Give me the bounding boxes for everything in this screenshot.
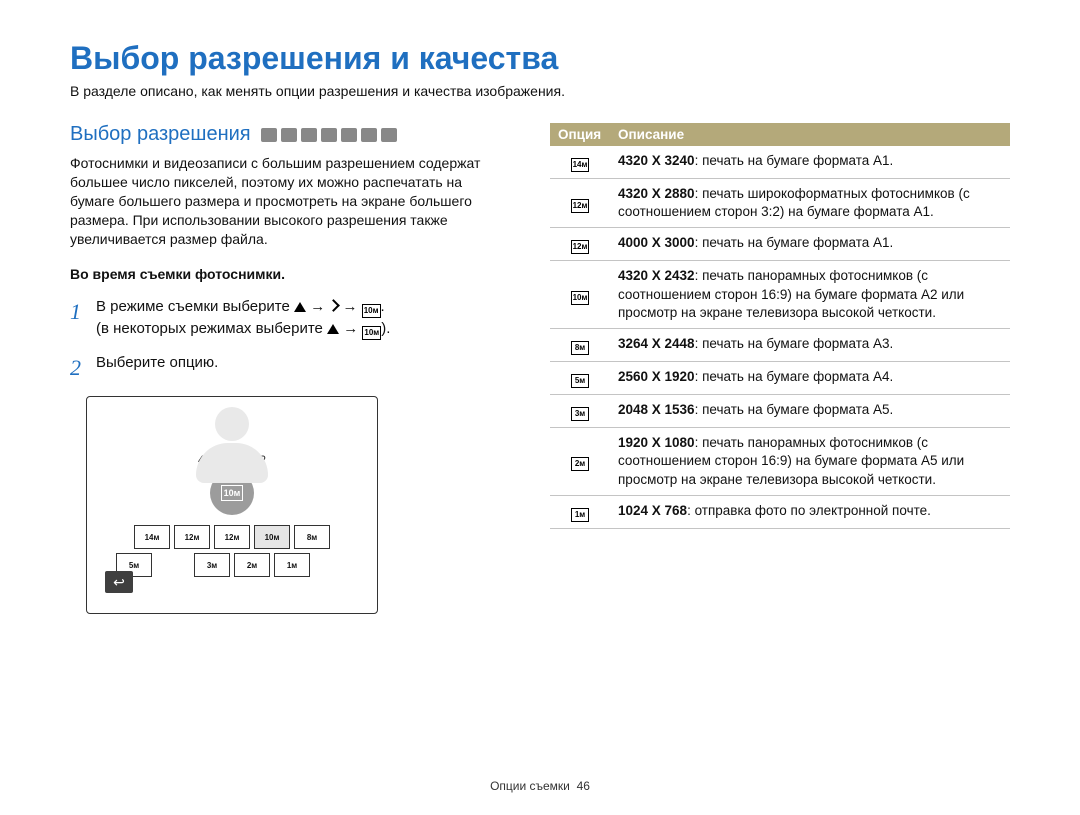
lcd-option-button[interactable]: 2м (234, 553, 270, 577)
table-header-desc: Описание (610, 123, 1010, 146)
step-1: 1 В режиме съемки выберите → → 10м. (в н… (70, 296, 510, 340)
camera-screen: 4320 X 2432 10м 14м 12м 12м 10м 8м 5м 3м… (86, 396, 378, 614)
arrow-icon: → (310, 298, 325, 315)
res-label: 4320 X 2880 (618, 186, 695, 201)
page-intro: В разделе описано, как менять опции разр… (70, 83, 1010, 99)
table-row: 12м 4000 X 3000: печать на бумаге формат… (550, 228, 1010, 261)
lcd-option-spacer (156, 553, 190, 575)
res-label: 2560 X 1920 (618, 369, 695, 384)
res-5m-icon: 5м (571, 374, 589, 388)
page-title: Выбор разрешения и качества (70, 40, 1010, 77)
section-title: Выбор разрешения (70, 123, 251, 146)
res-2m-icon: 2м (571, 457, 589, 471)
res-label: 4320 X 3240 (618, 153, 695, 168)
step1-dot: . (381, 298, 385, 315)
step-number: 1 (70, 296, 86, 340)
res-desc: : печать на бумаге формата A4. (695, 369, 894, 384)
res-12m-wide-icon: 12м (571, 199, 590, 213)
lcd-option-spacer (314, 553, 348, 575)
up-triangle-icon (327, 324, 339, 334)
res-3m-icon: 3м (571, 407, 589, 421)
res-10m-icon: 10м (571, 291, 590, 305)
res-desc: : печать на бумаге формата A3. (695, 336, 894, 351)
res-desc: : печать на бумаге формата A5. (695, 402, 894, 417)
mode-icon (301, 128, 317, 142)
person-silhouette-icon (196, 407, 268, 483)
res-label: 4320 X 2432 (618, 268, 695, 283)
table-header-option: Опция (550, 123, 610, 146)
res-label: 1024 X 768 (618, 503, 687, 518)
res-12m-icon: 12м (571, 240, 590, 254)
res-8m-icon: 8м (571, 341, 589, 355)
mode-icon (321, 128, 337, 142)
table-row: 10м 4320 X 2432: печать панорамных фотос… (550, 261, 1010, 329)
mode-icon (281, 128, 297, 142)
table-row: 3м 2048 X 1536: печать на бумаге формата… (550, 395, 1010, 428)
resolution-10m-icon: 10м (362, 326, 381, 340)
res-1m-icon: 1м (571, 508, 589, 522)
table-row: 8м 3264 X 2448: печать на бумаге формата… (550, 329, 1010, 362)
section-body: Фотоснимки и видеозаписи с большим разре… (70, 154, 510, 248)
page-footer: Опции съемки 46 (0, 779, 1080, 793)
lcd-option-button[interactable]: 3м (194, 553, 230, 577)
resolution-options-table: Опция Описание 14м 4320 X 3240: печать н… (550, 123, 1010, 529)
footer-section: Опции съемки (490, 779, 570, 793)
res-label: 1920 X 1080 (618, 435, 695, 450)
res-desc: : печать на бумаге формата A1. (695, 153, 894, 168)
footer-page-number: 46 (577, 779, 590, 793)
back-arrow-icon: ↩ (113, 575, 125, 589)
step-2: 2 Выберите опцию. (70, 352, 510, 384)
lcd-option-button[interactable]: 12м (174, 525, 210, 549)
table-row: 1м 1024 X 768: отправка фото по электрон… (550, 495, 1010, 528)
up-triangle-icon (294, 302, 306, 312)
res-label: 2048 X 1536 (618, 402, 695, 417)
res-label: 3264 X 2448 (618, 336, 695, 351)
table-row: 12м 4320 X 2880: печать широкоформатных … (550, 179, 1010, 228)
lcd-option-grid: 14м 12м 12м 10м 8м 5м 3м 2м 1м (116, 525, 348, 603)
res-label: 4000 X 3000 (618, 235, 695, 250)
table-row: 14м 4320 X 3240: печать на бумаге формат… (550, 146, 1010, 179)
mode-icon (261, 128, 277, 142)
lcd-option-button[interactable]: 8м (294, 525, 330, 549)
arrow-icon: → (343, 320, 358, 337)
resolution-10m-icon: 10м (362, 304, 381, 318)
chevron-right-icon (327, 300, 340, 313)
mode-icon (381, 128, 397, 142)
table-row: 5м 2560 X 1920: печать на бумаге формата… (550, 362, 1010, 395)
section-note: Во время съемки фотоснимки. (70, 266, 510, 282)
lcd-option-spacer (215, 581, 249, 603)
arrow-icon: → (343, 298, 358, 315)
lcd-back-button[interactable]: ↩ (105, 571, 133, 593)
mode-icons (261, 128, 397, 142)
lcd-option-button[interactable]: 14м (134, 525, 170, 549)
step2-text: Выберите опцию. (96, 352, 218, 384)
res-14m-icon: 14м (571, 158, 590, 172)
step-number: 2 (70, 352, 86, 384)
table-row: 2м 1920 X 1080: печать панорамных фотосн… (550, 428, 1010, 496)
lcd-selected-icon: 10м (221, 485, 243, 501)
mode-icon (361, 128, 377, 142)
step1-text-b: (в некоторых режимах выберите (96, 320, 327, 337)
res-desc: : печать на бумаге формата A1. (695, 235, 894, 250)
step1-close: ). (381, 320, 390, 337)
res-desc: : отправка фото по электронной почте. (687, 503, 931, 518)
lcd-option-button[interactable]: 1м (274, 553, 310, 577)
lcd-option-button[interactable]: 10м (254, 525, 290, 549)
lcd-option-button[interactable]: 12м (214, 525, 250, 549)
step1-text-a: В режиме съемки выберите (96, 298, 294, 315)
mode-icon (341, 128, 357, 142)
